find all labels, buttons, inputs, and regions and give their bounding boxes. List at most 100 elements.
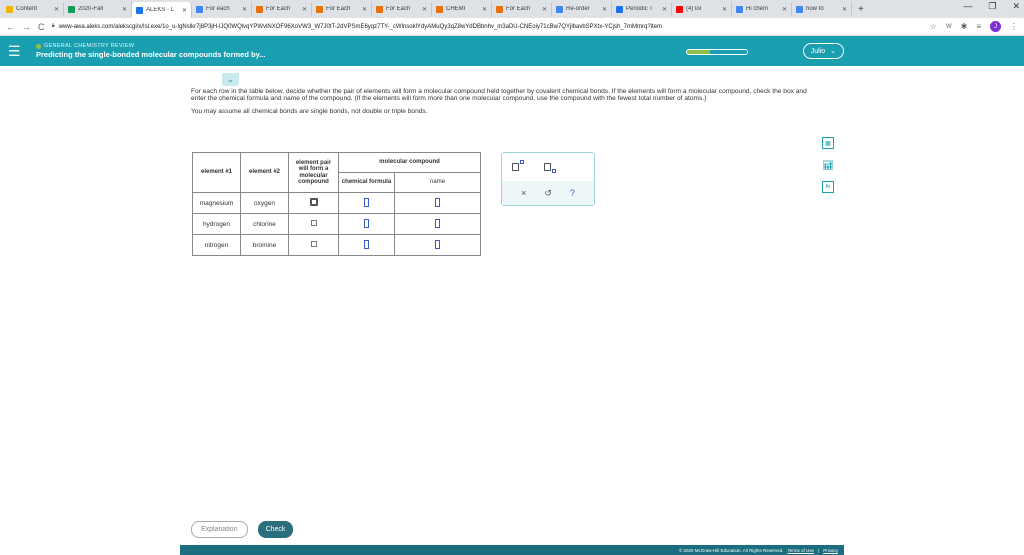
tab-close-icon[interactable]: ✕	[122, 6, 127, 13]
element1-cell: hydrogen	[192, 213, 241, 235]
compound-checkbox[interactable]	[310, 220, 317, 226]
hamburger-menu-icon[interactable]: ☰	[8, 43, 30, 60]
new-tab-button[interactable]: +	[852, 4, 870, 15]
tab-close-icon[interactable]: ✕	[542, 6, 547, 13]
name-input[interactable]	[435, 218, 440, 228]
element2-cell: chlorine	[240, 213, 289, 235]
data-chart-icon[interactable]: 📊︎	[822, 159, 834, 171]
tab-label: Re-order	[566, 6, 590, 12]
tab-close-icon[interactable]: ✕	[662, 6, 667, 13]
help-icon[interactable]: ?	[570, 188, 575, 198]
tab-close-icon[interactable]: ✕	[602, 6, 607, 13]
tab-label: For Each	[386, 6, 411, 12]
table-row: hydrogen chlorine	[192, 213, 481, 235]
formula-input[interactable]	[364, 218, 369, 228]
browser-tab[interactable]: Re-order ✕	[552, 2, 612, 16]
tab-close-icon[interactable]: ✕	[182, 7, 187, 14]
address-bar: ← → C 🔒︎ www-awa.aleks.com/alekscgi/x/Is…	[0, 18, 1024, 36]
browser-tab[interactable]: For Each ✕	[492, 2, 552, 16]
tab-label: (4) lol	[686, 6, 702, 12]
formula-input[interactable]	[364, 239, 369, 249]
tab-close-icon[interactable]: ✕	[242, 6, 247, 13]
browser-tab[interactable]: Periodic T ✕	[612, 2, 672, 16]
tab-favicon-icon	[616, 5, 623, 13]
name-cell	[394, 192, 481, 214]
url-text: www-awa.aleks.com/alekscgi/x/Isl.exe/1o_…	[58, 23, 663, 30]
privacy-link[interactable]: Privacy	[823, 548, 838, 553]
element1-cell: nitrogen	[192, 234, 241, 256]
browser-tab[interactable]: how to ✕	[792, 2, 852, 16]
compound-checkbox[interactable]	[310, 241, 317, 247]
compound-checkbox[interactable]	[309, 198, 318, 206]
check-button[interactable]: Check	[257, 521, 294, 538]
user-name: Julio	[810, 47, 826, 55]
tab-label: For Each	[326, 6, 351, 12]
minimize-icon[interactable]: —	[963, 1, 972, 12]
url-field[interactable]: 🔒︎ www-awa.aleks.com/alekscgi/x/Isl.exe/…	[52, 23, 930, 30]
subscript-icon[interactable]	[544, 161, 558, 173]
tab-favicon-icon	[6, 5, 13, 13]
undo-icon[interactable]: ↺	[544, 188, 552, 199]
header-element1: element #1	[192, 152, 241, 193]
tab-favicon-icon	[556, 5, 563, 13]
header-formula: chemical formula	[338, 172, 395, 193]
header-name: name	[394, 172, 481, 193]
terms-link[interactable]: Terms of Use	[788, 548, 815, 553]
element2-cell: oxygen	[240, 192, 289, 214]
menu-icon[interactable]: ⋮	[1010, 22, 1018, 31]
copyright-text: © 2020 McGraw-Hill Education. All Rights…	[678, 547, 784, 553]
reload-icon[interactable]: C	[38, 22, 45, 32]
periodic-table-icon[interactable]: Ar	[822, 181, 834, 193]
tab-close-icon[interactable]: ✕	[842, 6, 847, 13]
browser-tab[interactable]: 2020-Fall ✕	[64, 2, 132, 16]
formula-input[interactable]	[364, 197, 369, 207]
forward-icon[interactable]: →	[22, 22, 31, 32]
browser-tab[interactable]: For each ✕	[192, 2, 252, 16]
progress-remaining	[709, 50, 747, 54]
browser-tab[interactable]: Hi chem ✕	[732, 2, 792, 16]
tab-favicon-icon	[736, 5, 743, 13]
tab-favicon-icon	[496, 5, 503, 13]
reading-list-icon[interactable]: ≡	[976, 22, 981, 31]
tab-close-icon[interactable]: ✕	[54, 6, 59, 13]
tab-favicon-icon	[796, 5, 803, 13]
profile-avatar[interactable]: J	[990, 21, 1001, 32]
user-menu-button[interactable]: Julio ⌄	[802, 43, 844, 59]
back-icon[interactable]: ←	[6, 22, 15, 32]
browser-tab[interactable]: Content ✕	[2, 2, 64, 16]
collapse-chevron-icon[interactable]: ⌄	[222, 73, 239, 86]
tab-close-icon[interactable]: ✕	[482, 6, 487, 13]
puzzle-icon[interactable]: ✱	[961, 22, 968, 31]
footer: © 2020 McGraw-Hill Education. All Rights…	[180, 545, 844, 555]
tab-label: Periodic T	[626, 6, 653, 12]
tab-favicon-icon	[68, 5, 75, 13]
tab-favicon-icon	[436, 5, 443, 13]
name-input[interactable]	[435, 197, 440, 207]
extension-icon[interactable]: W	[946, 24, 952, 30]
window-controls: — ❐ ✕	[963, 1, 1020, 12]
superscript-icon[interactable]	[512, 160, 526, 171]
explanation-button[interactable]: Explanation	[191, 521, 248, 538]
name-input[interactable]	[435, 239, 440, 249]
tab-close-icon[interactable]: ✕	[422, 6, 427, 13]
browser-tab[interactable]: ALEKS - L ✕	[132, 2, 192, 18]
tab-close-icon[interactable]: ✕	[362, 6, 367, 13]
calculator-icon[interactable]: ▦	[822, 137, 834, 149]
browser-tab[interactable]: For Each ✕	[372, 2, 432, 16]
tab-close-icon[interactable]: ✕	[782, 6, 787, 13]
topic-text: GENERAL CHEMISTRY REVIEW	[44, 43, 135, 49]
browser-tab[interactable]: For Each ✕	[312, 2, 372, 16]
clear-icon[interactable]: ×	[521, 188, 526, 198]
tab-close-icon[interactable]: ✕	[302, 6, 307, 13]
progress-fill	[687, 50, 710, 54]
star-icon[interactable]: ☆	[930, 22, 937, 31]
close-window-icon[interactable]: ✕	[1012, 1, 1020, 12]
restore-icon[interactable]: ❐	[988, 1, 996, 12]
note-text: You may assume all chemical bonds are si…	[191, 107, 428, 115]
formula-cell	[338, 213, 395, 235]
browser-tab[interactable]: (4) lol ✕	[672, 2, 732, 16]
tab-favicon-icon	[316, 5, 323, 13]
browser-tab[interactable]: For Each ✕	[252, 2, 312, 16]
tab-close-icon[interactable]: ✕	[722, 6, 727, 13]
browser-tab[interactable]: CHEMI ✕	[432, 2, 492, 16]
